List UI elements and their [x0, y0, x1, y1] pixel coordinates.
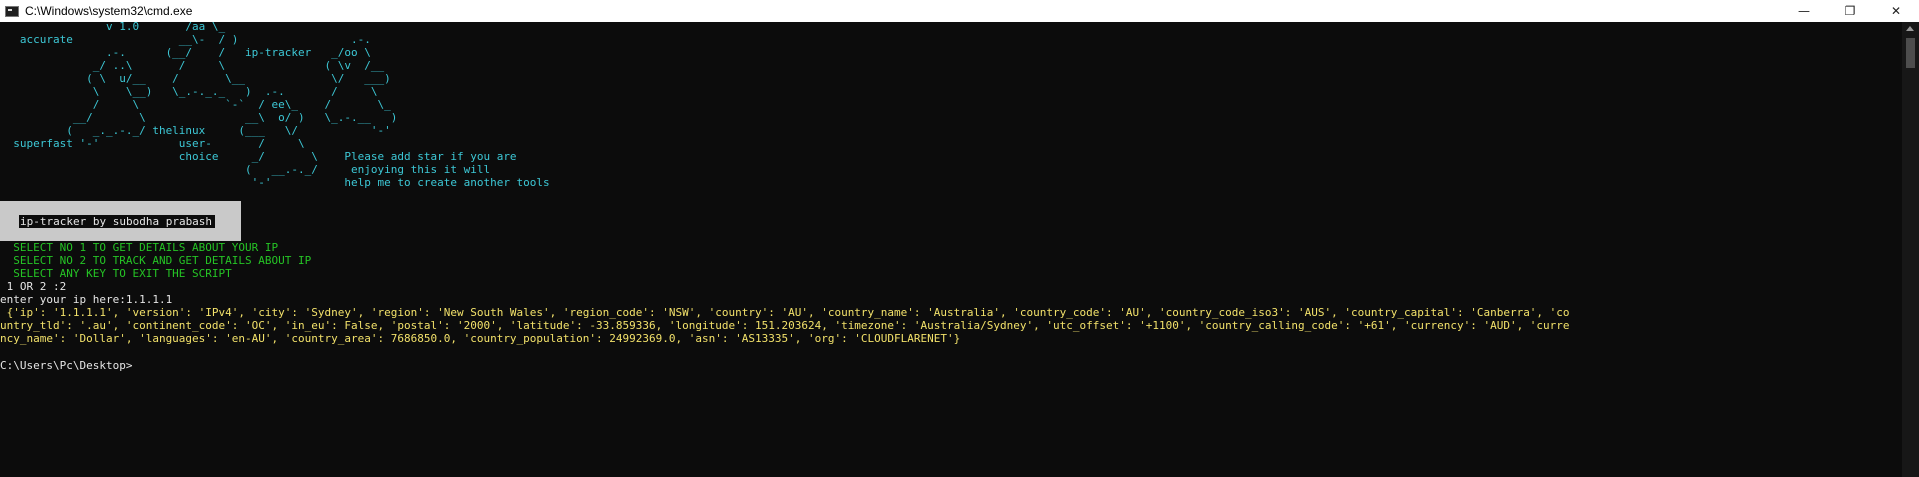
ascii-art-line: / \ `-` / ee\_ / \_ [0, 98, 391, 111]
cmd-icon [5, 5, 19, 17]
close-button[interactable]: ✕ [1873, 0, 1919, 22]
ascii-art-line: '-' help me to create another tools [0, 176, 550, 189]
ascii-art-line: ( _._.-._/ thelinux (___ \/ '-' [0, 124, 391, 137]
ascii-art-line: ( \ u/__ / \__ \/ ___) [0, 72, 391, 85]
menu-option-exit: SELECT ANY KEY TO EXIT THE SCRIPT [0, 267, 232, 280]
result-line: ncy_name': 'Dollar', 'languages': 'en-AU… [0, 332, 961, 345]
ascii-art-line: superfast '-' user- / \ [0, 137, 305, 150]
ascii-art-line: accurate __\- / ) .-. [0, 33, 371, 46]
ascii-art-line: choice _/ \ Please add star if you are [0, 150, 517, 163]
choice-prompt: 1 OR 2 :2 [0, 280, 67, 293]
ip-prompt: enter your ip here:1.1.1.1 [0, 293, 173, 306]
restore-button[interactable]: ❐ [1827, 0, 1873, 22]
result-line: untry_tld': '.au', 'continent_code': 'OC… [0, 319, 1570, 332]
ascii-art-line: .-. (__/ / ip-tracker _/oo \ [0, 46, 371, 59]
vertical-scrollbar[interactable] [1902, 22, 1919, 477]
ascii-art-line: \ \__) \_.-._._ ) .-. / \ [0, 85, 378, 98]
menu-option-2: SELECT NO 2 TO TRACK AND GET DETAILS ABO… [0, 254, 312, 267]
banner-title: ip-tracker by subodha prabash [19, 215, 216, 228]
ascii-art-line: __/ \ __\ o/ ) \_.-.__ ) [0, 111, 398, 124]
title-bar: C:\Windows\system32\cmd.exe — ❐ ✕ [0, 0, 1919, 22]
minimize-button[interactable]: — [1781, 0, 1827, 22]
menu-option-1: SELECT NO 1 TO GET DETAILS ABOUT YOUR IP [0, 241, 279, 254]
result-line: {'ip': '1.1.1.1', 'version': 'IPv4', 'ci… [0, 306, 1570, 319]
ascii-art-line: v 1.0 /aa \_ [0, 22, 226, 33]
shell-prompt[interactable]: C:\Users\Pc\Desktop> [0, 359, 132, 372]
console-output[interactable]: v 1.0 /aa \_ accurate __\- / ) .-. .-. (… [0, 22, 1902, 477]
window-title: C:\Windows\system32\cmd.exe [25, 4, 193, 18]
window-controls: — ❐ ✕ [1781, 0, 1919, 22]
ascii-art-line: _/ ..\ / \ ( \v /__ [0, 59, 385, 72]
scroll-up-arrow-icon[interactable] [1906, 26, 1914, 31]
ascii-art-line: ( __.-._/ enjoying this it will [0, 163, 491, 176]
scroll-thumb[interactable] [1906, 38, 1915, 68]
